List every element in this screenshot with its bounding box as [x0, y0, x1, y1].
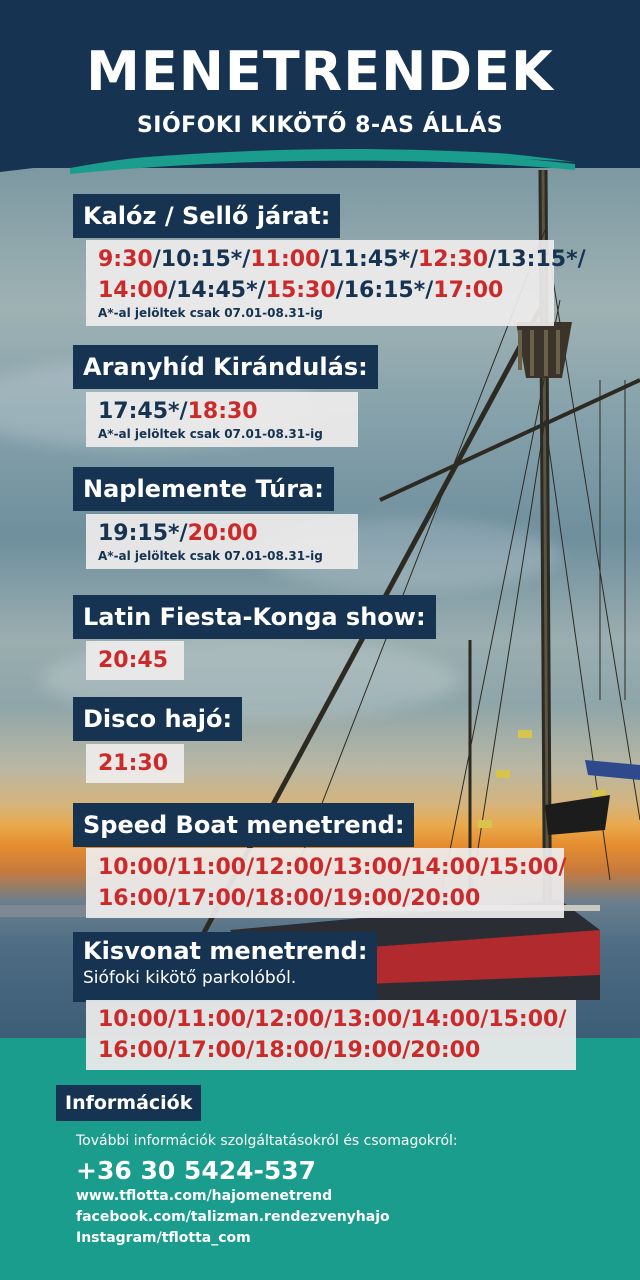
times-line: 20:45 [98, 645, 172, 676]
schedule-label-aranyhid: Aranyhíd Kirándulás: [73, 345, 378, 389]
times-line: 10:00/11:00/12:00/13:00/14:00/15:00/ [98, 852, 566, 883]
departure-time: 16:00/17:00/18:00/19:00/20:00 [98, 886, 481, 911]
departure-time: 10:00/11:00/12:00/13:00/14:00/15:00/ [98, 855, 567, 880]
schedule-label-naplemente: Naplemente Túra: [73, 467, 334, 511]
schedule-times-aranyhid: 17:45*/18:30 A*-al jelöltek csak 07.01-0… [86, 392, 358, 447]
departure-time: 10:00/11:00/12:00/13:00/14:00/15:00/ [98, 1007, 567, 1032]
schedule-times-naplemente: 19:15*/20:00 A*-al jelöltek csak 07.01-0… [86, 514, 358, 569]
seasonal-time: 19:15*/ [98, 521, 188, 546]
schedule-times-disco: 21:30 [86, 744, 184, 783]
times-line: 10:00/11:00/12:00/13:00/14:00/15:00/ [98, 1004, 567, 1035]
info-facebook-link[interactable]: facebook.com/talizman.rendezvenyhajo [76, 1209, 390, 1225]
schedule-label-disco: Disco hajó: [73, 697, 243, 741]
departure-time: 18:30 [187, 399, 258, 424]
departure-time: 16:00/17:00/18:00/19:00/20:00 [98, 1038, 481, 1063]
schedule-label-kisvonat-title: Kisvonat menetrend: [83, 937, 368, 965]
times-line: 21:30 [98, 748, 172, 779]
schedule-label-kisvonat: Kisvonat menetrend: Siófoki kikötő parko… [73, 932, 378, 1002]
schedule-note: A*-al jelöltek csak 07.01-08.31-ig [98, 306, 323, 320]
schedule-times-latin-fiesta: 20:45 [86, 641, 184, 680]
times-line: 16:00/17:00/18:00/19:00/20:00 [98, 883, 552, 914]
departure-time: 21:30 [98, 751, 169, 776]
times-line: 17:45*/18:30 [98, 396, 346, 427]
seasonal-time: /14:45*/ [168, 278, 266, 303]
departure-time: 15:30 [265, 278, 336, 303]
schedule-note: A*-al jelöltek csak 07.01-08.31-ig [98, 427, 323, 441]
schedule-label-speed-boat: Speed Boat menetrend: [73, 803, 415, 847]
departure-time: 14:00 [98, 278, 169, 303]
times-line: 14:00/14:45*/15:30/16:15*/17:00 [98, 275, 542, 306]
seasonal-time: /13:15*/ [488, 247, 586, 272]
schedule-times-speed-boat: 10:00/11:00/12:00/13:00/14:00/15:00/ 16:… [86, 848, 566, 918]
schedule-times-kisvonat: 10:00/11:00/12:00/13:00/14:00/15:00/ 16:… [86, 1000, 576, 1070]
seasonal-time: /10:15*/ [152, 247, 251, 272]
info-phone: +36 30 5424-537 [76, 1156, 317, 1185]
times-line: 9:30/10:15*/11:00/11:45*/12:30/13:15*/ [98, 244, 586, 275]
schedule-label-kisvonat-subtitle: Siófoki kikötő parkolóból. [83, 968, 297, 988]
seasonal-time: /16:15*/ [335, 278, 434, 303]
schedule-label-latin-fiesta: Latin Fiesta-Konga show: [73, 595, 436, 639]
departure-time: 17:00 [433, 278, 504, 303]
info-intro-text: További információk szolgáltatásokról és… [76, 1133, 458, 1149]
departure-time: 20:00 [187, 521, 258, 546]
page-title: MENETRENDEK [86, 40, 554, 103]
seasonal-time: /11:45*/ [320, 247, 418, 272]
times-line: 16:00/17:00/18:00/19:00/20:00 [98, 1035, 564, 1066]
departure-time: 11:00 [250, 247, 321, 272]
schedule-times-kaloz: 9:30/10:15*/11:00/11:45*/12:30/13:15*/ 1… [86, 240, 586, 326]
times-line: 19:15*/20:00 [98, 518, 346, 549]
seasonal-time: 17:45*/ [98, 399, 188, 424]
departure-time: 9:30 [98, 247, 153, 272]
departure-time: 12:30 [417, 247, 489, 272]
schedule-label-kaloz: Kalóz / Sellő járat: [73, 194, 341, 238]
schedule-note: A*-al jelöltek csak 07.01-08.31-ig [98, 549, 323, 563]
info-label: Információk [56, 1085, 202, 1121]
departure-time: 20:45 [98, 648, 169, 673]
info-website-link[interactable]: www.tflotta.com/hajomenetrend [76, 1188, 332, 1204]
page-subtitle: SIÓFOKI KIKÖTŐ 8-AS ÁLLÁS [136, 113, 504, 138]
info-instagram-link[interactable]: Instagram/tflotta_com [76, 1230, 251, 1246]
